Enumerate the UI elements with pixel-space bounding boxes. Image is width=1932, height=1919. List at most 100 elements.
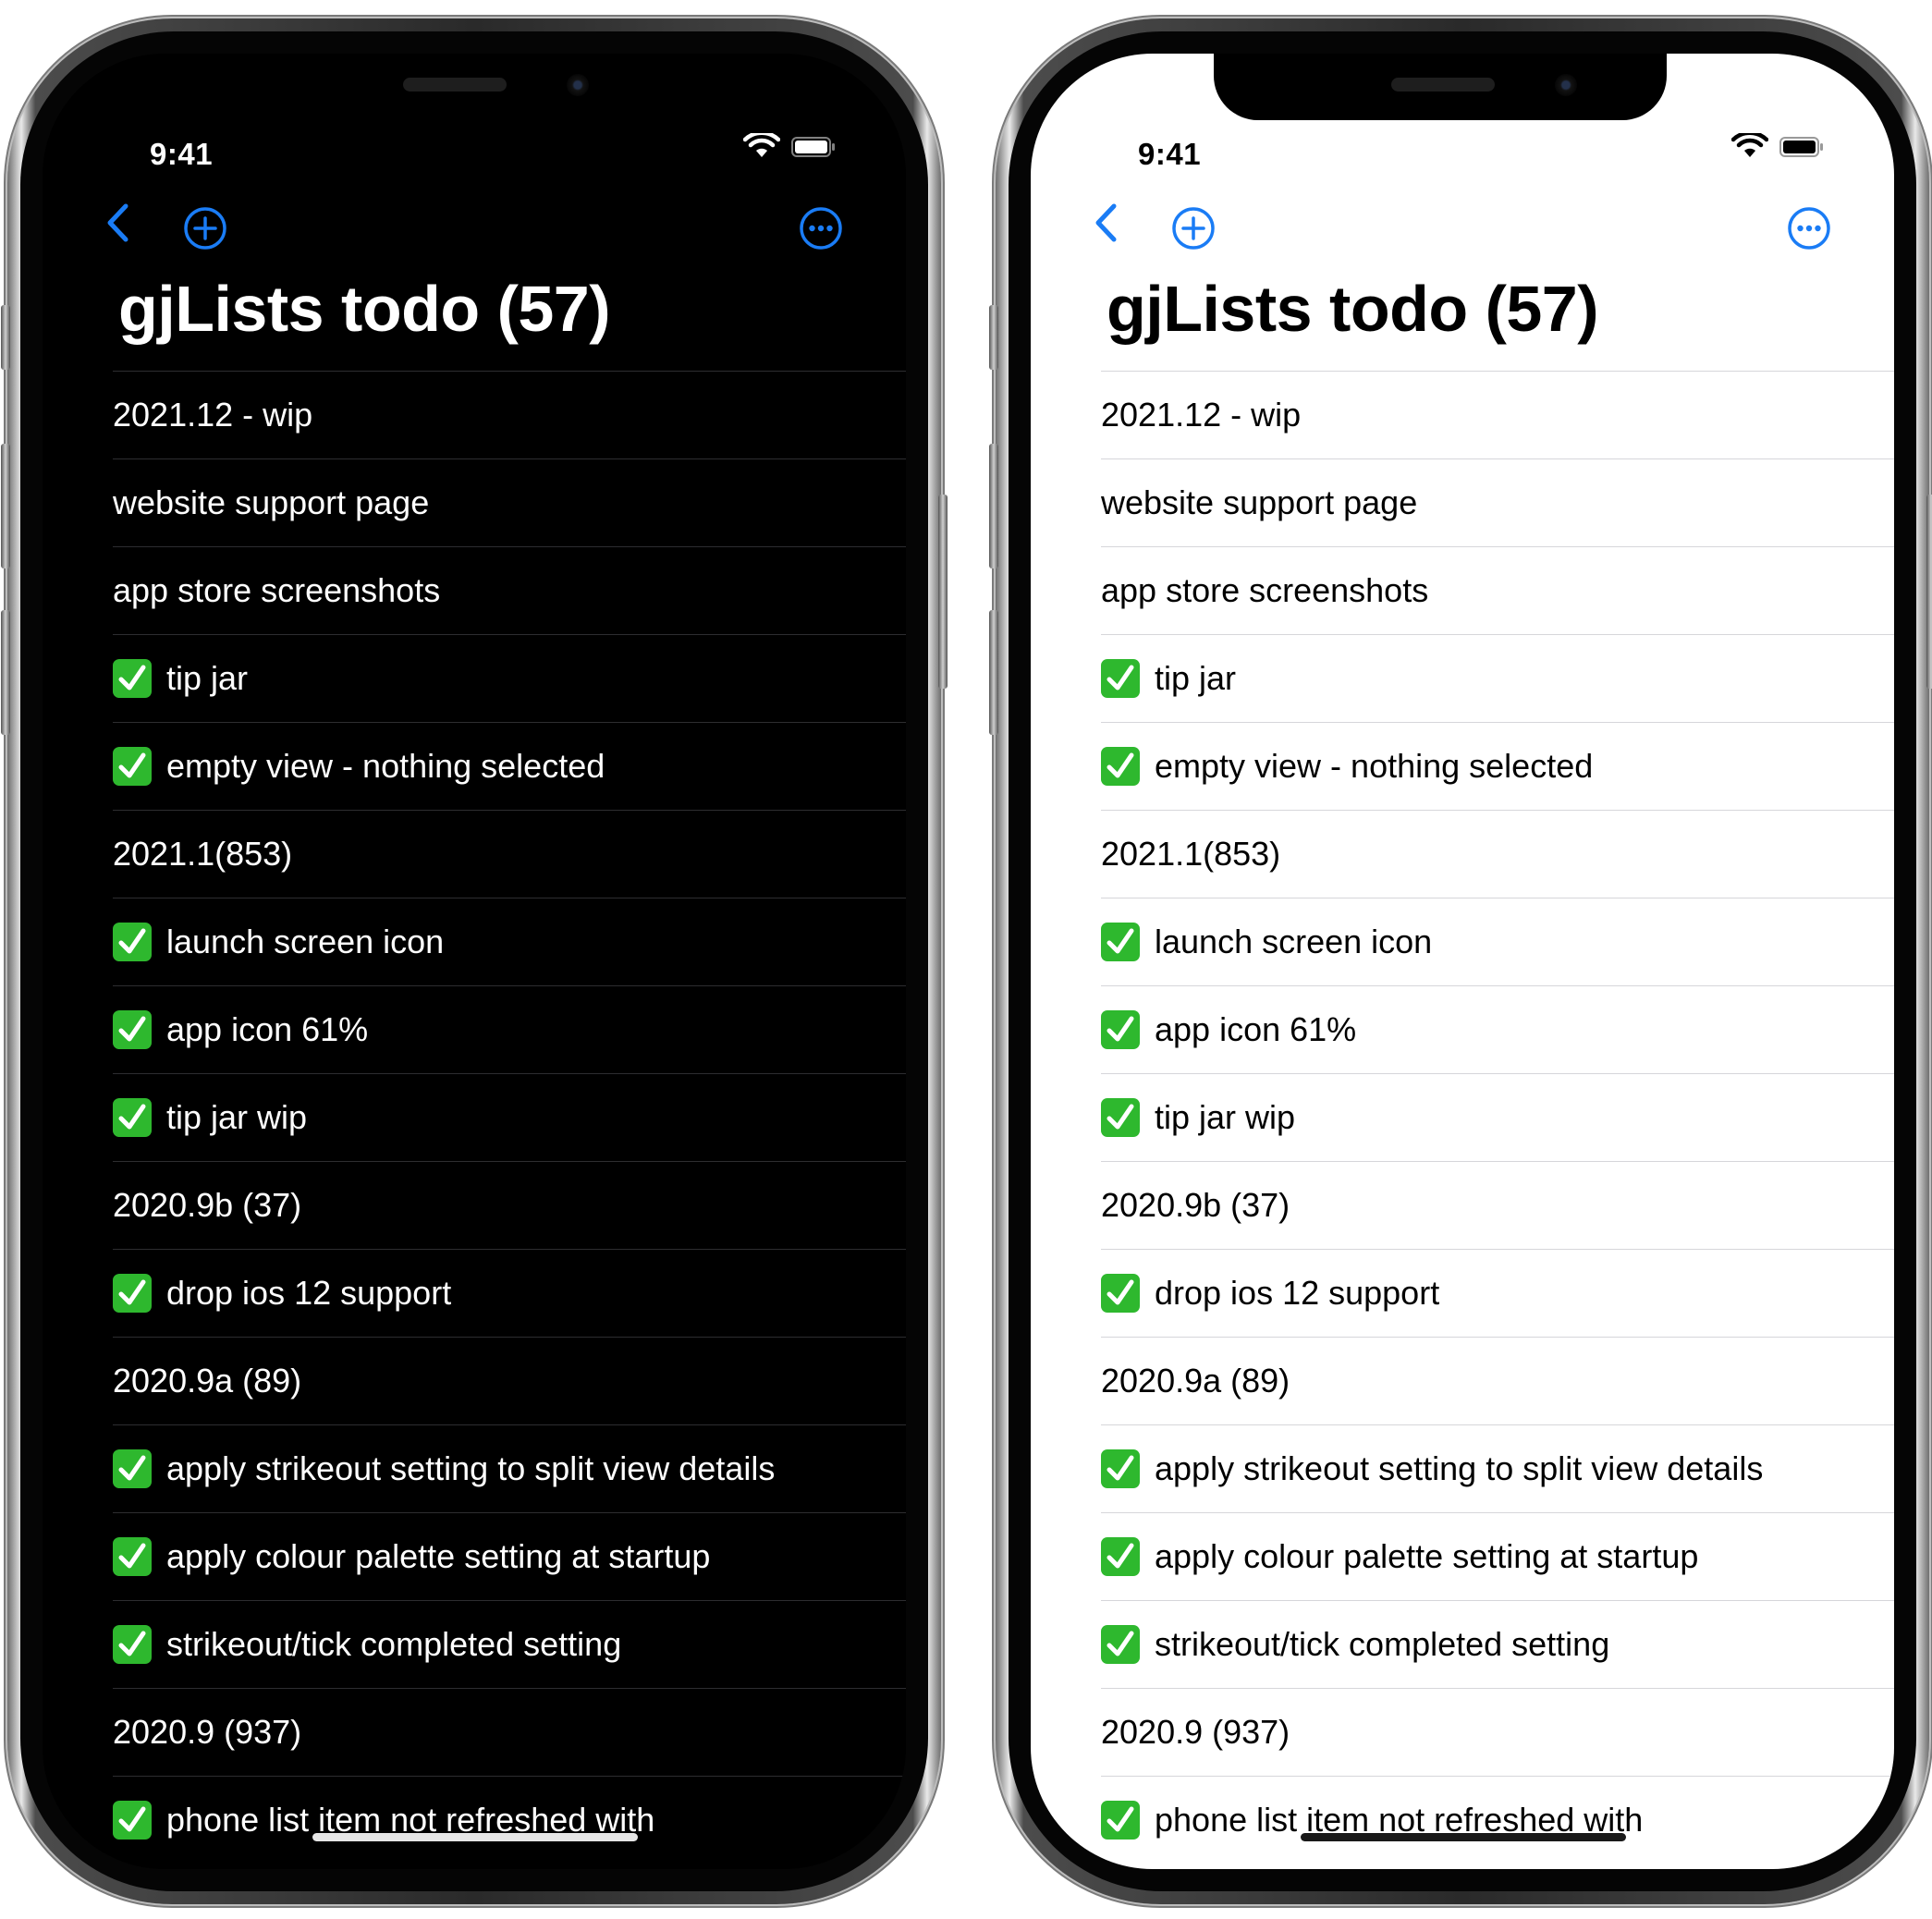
checkmark-icon — [1101, 659, 1140, 698]
list-item[interactable]: tip jar — [113, 635, 906, 722]
list-item-label: launch screen icon — [1155, 923, 1433, 960]
volume-up-button — [1, 444, 10, 568]
checkmark-icon — [113, 1098, 152, 1137]
status-time: 9:41 — [150, 137, 214, 171]
phone-light-mode: 9:41 gjLists todo (57) 2021.12 - wip webs… — [989, 18, 1932, 1904]
side-button — [1926, 495, 1932, 689]
todo-list: 2021.12 - wip website support page app sto… — [1101, 371, 1894, 1864]
list-item-label: 2021.12 - wip — [1101, 396, 1302, 434]
list-item[interactable]: app icon 61% — [1101, 986, 1894, 1073]
camera — [567, 74, 589, 96]
list-item[interactable]: 2021.12 - wip — [113, 372, 906, 458]
list-item[interactable]: 2021.1(853) — [113, 811, 906, 898]
speaker — [1391, 78, 1495, 92]
list-item-label: apply colour palette setting at startup — [166, 1537, 711, 1575]
list-item-label: 2021.1(853) — [1101, 835, 1281, 873]
list-item[interactable]: apply colour palette setting at startup — [113, 1513, 906, 1600]
list-item-label: apply colour palette setting at startup — [1155, 1537, 1699, 1575]
phone-dark-mode: 9:41 gjLists todo (57) 2021.12 - wip webs… — [1, 18, 948, 1904]
list-item-label: 2020.9 (937) — [1101, 1713, 1290, 1751]
list-item[interactable]: apply strikeout setting to split view de… — [1101, 1425, 1894, 1512]
checkmark-icon — [1101, 1010, 1140, 1049]
list-item[interactable]: 2021.1(853) — [1101, 811, 1894, 898]
list-item[interactable]: app store screenshots — [1101, 547, 1894, 634]
list-item-label: tip jar wip — [1155, 1098, 1296, 1136]
side-button — [938, 495, 948, 689]
list-item-label: drop ios 12 support — [166, 1274, 452, 1312]
checkmark-icon — [1101, 747, 1140, 786]
list-item-label: website support page — [1101, 483, 1418, 521]
list-item[interactable]: website support page — [113, 459, 906, 546]
list-item[interactable]: 2020.9b (37) — [1101, 1162, 1894, 1249]
checkmark-icon — [113, 747, 152, 786]
volume-up-button — [989, 444, 998, 568]
volume-down-button — [1, 610, 10, 735]
list-item-label: tip jar wip — [166, 1098, 308, 1136]
list-item[interactable]: 2020.9b (37) — [113, 1162, 906, 1249]
list-item[interactable]: apply colour palette setting at startup — [1101, 1513, 1894, 1600]
back-chevron-icon[interactable] — [105, 202, 129, 243]
add-item-icon[interactable] — [1171, 206, 1216, 251]
list-item[interactable]: phone list item not refreshed with — [113, 1777, 906, 1864]
list-item-label: tip jar — [1155, 659, 1237, 697]
todo-list: 2021.12 - wip website support page app sto… — [113, 371, 906, 1864]
list-item[interactable]: drop ios 12 support — [113, 1250, 906, 1337]
back-chevron-icon[interactable] — [1094, 202, 1118, 243]
list-item-label: 2020.9b (37) — [1101, 1186, 1290, 1224]
list-item[interactable]: tip jar — [1101, 635, 1894, 722]
home-indicator[interactable] — [312, 1833, 638, 1841]
silent-switch — [989, 305, 998, 370]
list-item-label: 2020.9 (937) — [113, 1713, 302, 1751]
list-item-label: 2020.9a (89) — [1101, 1362, 1290, 1400]
list-item[interactable]: strikeout/tick completed setting — [1101, 1601, 1894, 1688]
checkmark-icon — [113, 1274, 152, 1313]
list-title: gjLists todo (57) — [118, 273, 611, 345]
list-item-label: 2021.12 - wip — [113, 396, 313, 434]
home-indicator[interactable] — [1301, 1833, 1626, 1841]
list-item-label: website support page — [113, 483, 430, 521]
list-item[interactable]: launch screen icon — [113, 898, 906, 985]
list-item-label: 2020.9b (37) — [113, 1186, 302, 1224]
list-item[interactable]: 2020.9a (89) — [1101, 1338, 1894, 1424]
list-item-label: strikeout/tick completed setting — [166, 1625, 622, 1663]
volume-down-button — [989, 610, 998, 735]
checkmark-icon — [113, 1801, 152, 1840]
screen: 9:41 gjLists todo (57) 2021.12 - wip webs… — [1031, 54, 1894, 1869]
checkmark-icon — [113, 1537, 152, 1576]
list-item[interactable]: drop ios 12 support — [1101, 1250, 1894, 1337]
checkmark-icon — [1101, 923, 1140, 961]
screen: 9:41 gjLists todo (57) 2021.12 - wip webs… — [43, 54, 906, 1869]
more-options-icon[interactable] — [1787, 206, 1831, 251]
checkmark-icon — [1101, 1098, 1140, 1137]
wifi-icon — [743, 133, 780, 157]
add-item-icon[interactable] — [183, 206, 227, 251]
list-item-label: app store screenshots — [113, 571, 441, 609]
list-item[interactable]: website support page — [1101, 459, 1894, 546]
list-item[interactable]: tip jar wip — [113, 1074, 906, 1161]
list-title: gjLists todo (57) — [1107, 273, 1599, 345]
list-item[interactable]: 2020.9 (937) — [1101, 1689, 1894, 1776]
status-time: 9:41 — [1138, 137, 1202, 171]
list-item[interactable]: 2020.9 (937) — [113, 1689, 906, 1776]
list-item[interactable]: launch screen icon — [1101, 898, 1894, 985]
list-item[interactable]: empty view - nothing selected — [1101, 723, 1894, 810]
more-options-icon[interactable] — [799, 206, 843, 251]
list-item-label: 2021.1(853) — [113, 835, 293, 873]
checkmark-icon — [1101, 1801, 1140, 1840]
list-item-label: app icon 61% — [1155, 1010, 1357, 1048]
list-item[interactable]: strikeout/tick completed setting — [113, 1601, 906, 1688]
list-item[interactable]: phone list item not refreshed with — [1101, 1777, 1894, 1864]
list-item[interactable]: empty view - nothing selected — [113, 723, 906, 810]
list-item[interactable]: app icon 61% — [113, 986, 906, 1073]
list-item-label: tip jar — [166, 659, 249, 697]
checkmark-icon — [1101, 1625, 1140, 1664]
list-item[interactable]: 2020.9a (89) — [113, 1338, 906, 1424]
camera — [1555, 74, 1577, 96]
checkmark-icon — [113, 923, 152, 961]
list-item[interactable]: 2021.12 - wip — [1101, 372, 1894, 458]
checkmark-icon — [113, 1449, 152, 1488]
list-item[interactable]: app store screenshots — [113, 547, 906, 634]
list-item-label: empty view - nothing selected — [166, 747, 605, 785]
list-item[interactable]: tip jar wip — [1101, 1074, 1894, 1161]
list-item[interactable]: apply strikeout setting to split view de… — [113, 1425, 906, 1512]
